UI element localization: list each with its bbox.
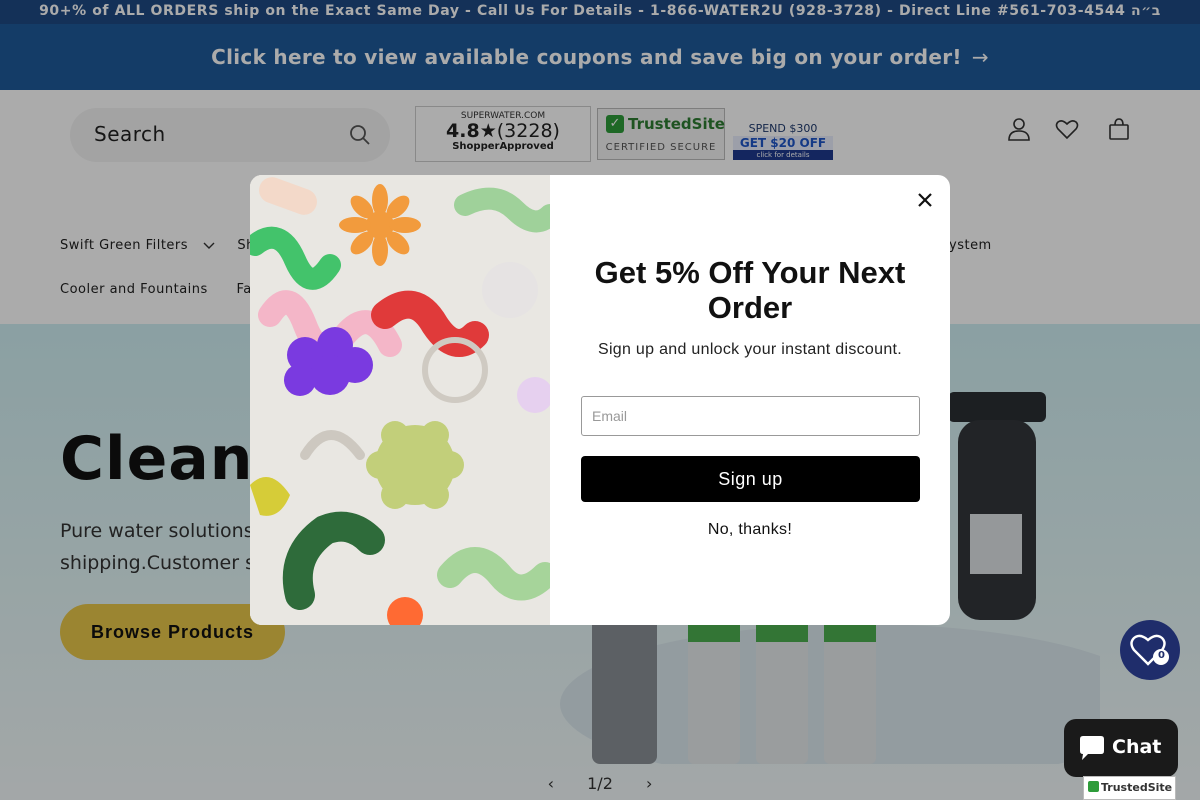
signup-modal: Get 5% Off Your Next Order Sign up and u…: [250, 175, 950, 625]
chat-label: Chat: [1112, 736, 1162, 758]
chat-bubble-icon: [1080, 736, 1104, 760]
no-thanks-button[interactable]: No, thanks!: [570, 521, 930, 539]
close-icon[interactable]: [912, 187, 938, 213]
chat-button[interactable]: Chat: [1064, 719, 1178, 777]
modal-body: Get 5% Off Your Next Order Sign up and u…: [550, 175, 950, 625]
trustedsite-floating-label: TrustedSite: [1101, 781, 1173, 794]
check-icon: [1088, 781, 1099, 792]
heart-icon: [1130, 634, 1169, 666]
trustedsite-floating-badge[interactable]: TrustedSite: [1083, 776, 1176, 800]
modal-title: Get 5% Off Your Next Order: [594, 255, 906, 325]
decorative-shapes-image: [250, 175, 550, 625]
wishlist-count: 0: [1158, 650, 1165, 661]
wishlist-floating-button[interactable]: 0: [1120, 620, 1180, 680]
signup-button[interactable]: Sign up: [581, 456, 920, 502]
email-field[interactable]: [581, 396, 920, 436]
modal-subtitle: Sign up and unlock your instant discount…: [597, 341, 903, 358]
modal-image: [250, 175, 550, 625]
